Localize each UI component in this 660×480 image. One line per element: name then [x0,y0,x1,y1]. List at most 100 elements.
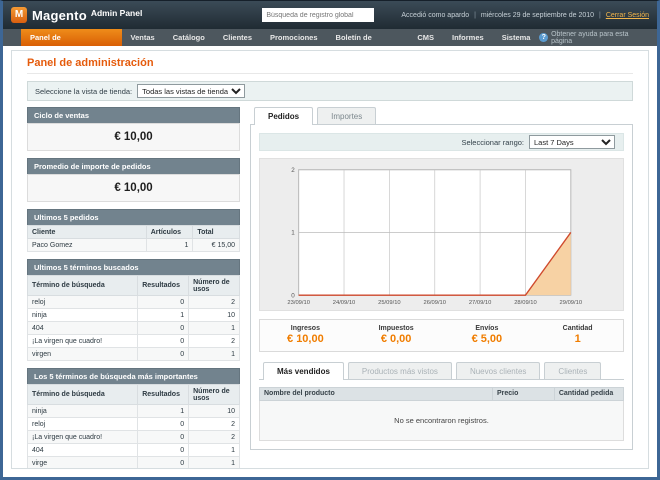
help-link[interactable]: ? Obtener ayuda para esta página [539,29,657,46]
table-row[interactable]: ninja 1 10 [28,309,240,322]
cell-results: 0 [138,444,189,457]
cell-customer: Paco Gomez [28,239,147,252]
last-orders-title: Ultimos 5 pedidos [27,209,240,225]
col-header: Cliente [28,226,147,239]
tab-new-customers[interactable]: Nuevos clientes [456,362,540,379]
tab-most-viewed[interactable]: Productos más vistos [348,362,452,379]
col-header: Artículos [146,226,193,239]
nav-item-cms[interactable]: CMS [408,29,443,46]
help-icon: ? [539,33,548,42]
stat-shipping: Envíos € 5,00 [442,325,533,345]
tab-amounts[interactable]: Importes [317,107,376,124]
cell-total: € 15,00 [193,239,240,252]
svg-text:25/09/10: 25/09/10 [378,300,401,306]
table-row[interactable]: 404 0 1 [28,322,240,335]
cell-results: 0 [138,322,189,335]
col-header: Resultados [138,276,189,296]
logout-link[interactable]: Cerrar Sesión [606,12,649,19]
table-row[interactable]: virgen 0 1 [28,348,240,361]
sales-cycle-title: Ciclo de ventas [27,107,240,123]
col-header: Número de usos [189,385,240,405]
col-header-qty: Cantidad pedida [554,387,623,400]
orders-area-chart: 01223/09/1024/09/1025/09/1026/09/1027/09… [262,162,621,309]
cell-uses: 2 [189,431,240,444]
cell-results: 1 [138,309,189,322]
col-header-product: Nombre del producto [260,387,493,400]
help-label: Obtener ayuda para esta página [551,31,647,45]
cell-uses: 1 [189,444,240,457]
orders-panel: Seleccionar rango: Last 7 Days 01223/09/… [250,125,633,450]
tab-customers[interactable]: Clientes [544,362,601,379]
cell-term: virge [28,457,138,470]
col-header: Total [193,226,240,239]
last-orders-table: Cliente Artículos Total Paco Gomez 1 € 1… [27,225,240,252]
store-view-select[interactable]: Todas las vistas de tienda [137,84,245,98]
top-search-widget: Los 5 términos de búsqueda más important… [27,368,240,469]
tab-bestsellers[interactable]: Más vendidos [263,362,344,380]
table-row[interactable]: ¡La virgen que cuadro! 0 2 [28,335,240,348]
cell-uses: 1 [189,457,240,470]
last-search-table: Término de búsqueda Resultados Número de… [27,275,240,361]
cell-uses: 2 [189,335,240,348]
table-row[interactable]: ninja 1 10 [28,405,240,418]
content-area: Panel de administración Seleccione la vi… [11,50,649,469]
table-row[interactable]: reloj 0 2 [28,418,240,431]
cell-term: reloj [28,296,138,309]
col-header: Resultados [138,385,189,405]
stat-value: € 10,00 [260,333,351,345]
separator: | [599,12,601,19]
last-orders-widget: Ultimos 5 pedidos Cliente Artículos Tota… [27,209,240,252]
nav-item-newsletter[interactable]: Boletín de noticias [327,29,409,46]
cell-uses: 2 [189,418,240,431]
cell-term: virgen [28,348,138,361]
avg-order-title: Promedio de importe de pedidos [27,158,240,174]
range-select[interactable]: Last 7 Days [529,135,615,149]
nav-item-sales[interactable]: Ventas [122,29,164,46]
table-row[interactable]: 404 0 1 [28,444,240,457]
nav-item-customers[interactable]: Clientes [214,29,261,46]
sales-cycle-value: € 10,00 [27,123,240,151]
top-search-table: Término de búsqueda Resultados Número de… [27,384,240,469]
cell-uses: 1 [189,322,240,335]
totals-bar: Ingresos € 10,00 Impuestos € 0,00 Envíos… [259,319,624,352]
range-label: Seleccionar rango: [461,138,524,147]
svg-text:0: 0 [291,292,295,299]
global-search-input[interactable] [262,8,374,22]
nav-item-reports[interactable]: Informes [443,29,493,46]
table-row[interactable]: reloj 0 2 [28,296,240,309]
table-row[interactable]: virge 0 1 [28,457,240,470]
stat-quantity: Cantidad 1 [532,325,623,345]
table-row[interactable]: Paco Gomez 1 € 15,00 [28,239,240,252]
store-view-bar: Seleccione la vista de tienda: Todas las… [27,81,633,101]
orders-amounts-tabs: Pedidos Importes [250,107,633,125]
nav-item-promotions[interactable]: Promociones [261,29,327,46]
top-search-title: Los 5 términos de búsqueda más important… [27,368,240,384]
stat-revenue: Ingresos € 10,00 [260,325,351,345]
dashboard-main: Pedidos Importes Seleccionar rango: Last… [250,107,633,450]
bestsellers-table: Nombre del producto Precio Cantidad pedi… [259,387,624,441]
svg-text:28/09/10: 28/09/10 [514,300,537,306]
dashboard-sidebar: Ciclo de ventas € 10,00 Promedio de impo… [27,107,240,469]
cell-term: 404 [28,322,138,335]
current-date: miércoles 29 de septiembre de 2010 [481,12,594,19]
cell-results: 0 [138,296,189,309]
nav-item-dashboard[interactable]: Panel de administración [21,29,122,46]
stat-label: Envíos [442,325,533,332]
range-bar: Seleccionar rango: Last 7 Days [259,133,624,151]
svg-text:29/09/10: 29/09/10 [560,300,583,306]
cell-results: 0 [138,418,189,431]
col-header-price: Precio [492,387,554,400]
nav-item-catalog[interactable]: Catálogo [164,29,214,46]
logo-subtitle: Admin Panel [91,8,142,18]
avg-order-value: € 10,00 [27,174,240,202]
stat-value: € 5,00 [442,333,533,345]
table-row[interactable]: ¡La virgen que cuadro! 0 2 [28,431,240,444]
svg-text:27/09/10: 27/09/10 [469,300,492,306]
products-tabs: Más vendidos Productos más vistos Nuevos… [259,362,624,380]
stat-label: Ingresos [260,325,351,332]
cell-results: 0 [138,348,189,361]
cell-results: 0 [138,431,189,444]
page-title: Panel de administración [27,57,633,74]
nav-item-system[interactable]: Sistema [493,29,540,46]
tab-orders[interactable]: Pedidos [254,107,313,125]
